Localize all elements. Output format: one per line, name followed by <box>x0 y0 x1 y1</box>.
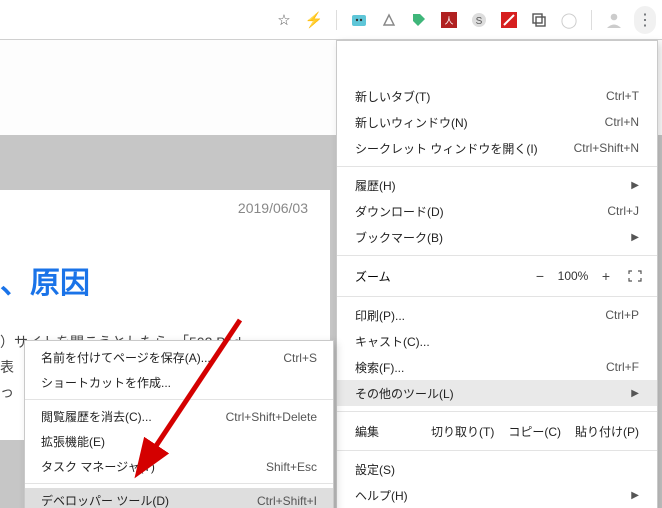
ext-icon-faded[interactable]: ◯ <box>559 10 579 30</box>
ext-icon-pdf[interactable]: 人 <box>439 10 459 30</box>
ext-icon-red[interactable] <box>499 10 519 30</box>
menu-new-tab[interactable]: 新しいタブ(T)Ctrl+T <box>337 83 657 109</box>
edit-copy[interactable]: コピー(C) <box>508 423 561 440</box>
menu-downloads[interactable]: ダウンロード(D)Ctrl+J <box>337 198 657 224</box>
menu-bookmarks[interactable]: ブックマーク(B)▶ <box>337 224 657 250</box>
chrome-menu-button[interactable]: ⋮ <box>634 6 656 34</box>
menu-more-tools[interactable]: その他のツール(L)▶ <box>337 380 657 406</box>
menu-print[interactable]: 印刷(P)...Ctrl+P <box>337 302 657 328</box>
menu-incognito[interactable]: シークレット ウィンドウを開く(I)Ctrl+Shift+N <box>337 135 657 161</box>
submenu-separator <box>25 399 333 400</box>
submenu-task-manager[interactable]: タスク マネージャ(T)Shift+Esc <box>25 454 333 479</box>
bolt-icon[interactable]: ⚡ <box>304 10 324 30</box>
chrome-main-menu: 新しいタブ(T)Ctrl+T 新しいウィンドウ(N)Ctrl+N シークレット … <box>336 40 658 508</box>
zoom-in-button[interactable]: + <box>595 268 617 284</box>
menu-find[interactable]: 検索(F)...Ctrl+F <box>337 354 657 380</box>
menu-separator <box>337 450 657 451</box>
menu-zoom: ズーム − 100% + <box>337 261 657 291</box>
menu-settings[interactable]: 設定(S) <box>337 456 657 482</box>
menu-separator <box>337 411 657 412</box>
fullscreen-icon[interactable] <box>625 268 645 284</box>
menu-separator <box>337 296 657 297</box>
menu-cast[interactable]: キャスト(C)... <box>337 328 657 354</box>
page-date: 2019/06/03 <box>0 200 320 216</box>
page-headline: 、原因 <box>0 258 90 302</box>
profile-avatar-icon[interactable] <box>604 10 624 30</box>
submenu-clear-browsing[interactable]: 閲覧履歴を消去(C)...Ctrl+Shift+Delete <box>25 404 333 429</box>
edit-cut[interactable]: 切り取り(T) <box>431 423 494 440</box>
edit-paste[interactable]: 貼り付け(P) <box>575 423 639 440</box>
submenu-devtools[interactable]: デベロッパー ツール(D)Ctrl+Shift+I <box>25 488 333 508</box>
submenu-separator <box>25 483 333 484</box>
menu-separator <box>337 166 657 167</box>
menu-history[interactable]: 履歴(H)▶ <box>337 172 657 198</box>
chevron-right-icon: ▶ <box>631 180 639 191</box>
submenu-extensions[interactable]: 拡張機能(E) <box>25 429 333 454</box>
menu-edit-row: 編集 切り取り(T) コピー(C) 貼り付け(P) <box>337 417 657 445</box>
menu-help[interactable]: ヘルプ(H)▶ <box>337 482 657 508</box>
more-tools-submenu: 名前を付けてページを保存(A)...Ctrl+S ショートカットを作成... 閲… <box>24 340 334 508</box>
ext-icon-copy[interactable] <box>529 10 549 30</box>
zoom-out-button[interactable]: − <box>529 268 551 284</box>
zoom-value: 100% <box>551 269 595 283</box>
chevron-right-icon: ▶ <box>631 490 639 501</box>
chevron-right-icon: ▶ <box>631 388 639 399</box>
ext-icon-s[interactable]: S <box>469 10 489 30</box>
star-icon[interactable]: ☆ <box>274 10 294 30</box>
ext-icon-drive[interactable] <box>379 10 399 30</box>
menu-new-window[interactable]: 新しいウィンドウ(N)Ctrl+N <box>337 109 657 135</box>
ext-icon-tag[interactable] <box>409 10 429 30</box>
chevron-right-icon: ▶ <box>631 232 639 243</box>
ext-icon-1[interactable] <box>349 10 369 30</box>
menu-separator <box>337 255 657 256</box>
toolbar-separator <box>336 10 337 30</box>
svg-text:S: S <box>476 16 483 27</box>
submenu-save-as[interactable]: 名前を付けてページを保存(A)...Ctrl+S <box>25 345 333 370</box>
submenu-create-shortcut[interactable]: ショートカットを作成... <box>25 370 333 395</box>
svg-text:人: 人 <box>444 16 453 26</box>
browser-toolbar: ☆ ⚡ 人 S ◯ ⋮ <box>0 0 662 40</box>
toolbar-separator <box>591 10 592 30</box>
